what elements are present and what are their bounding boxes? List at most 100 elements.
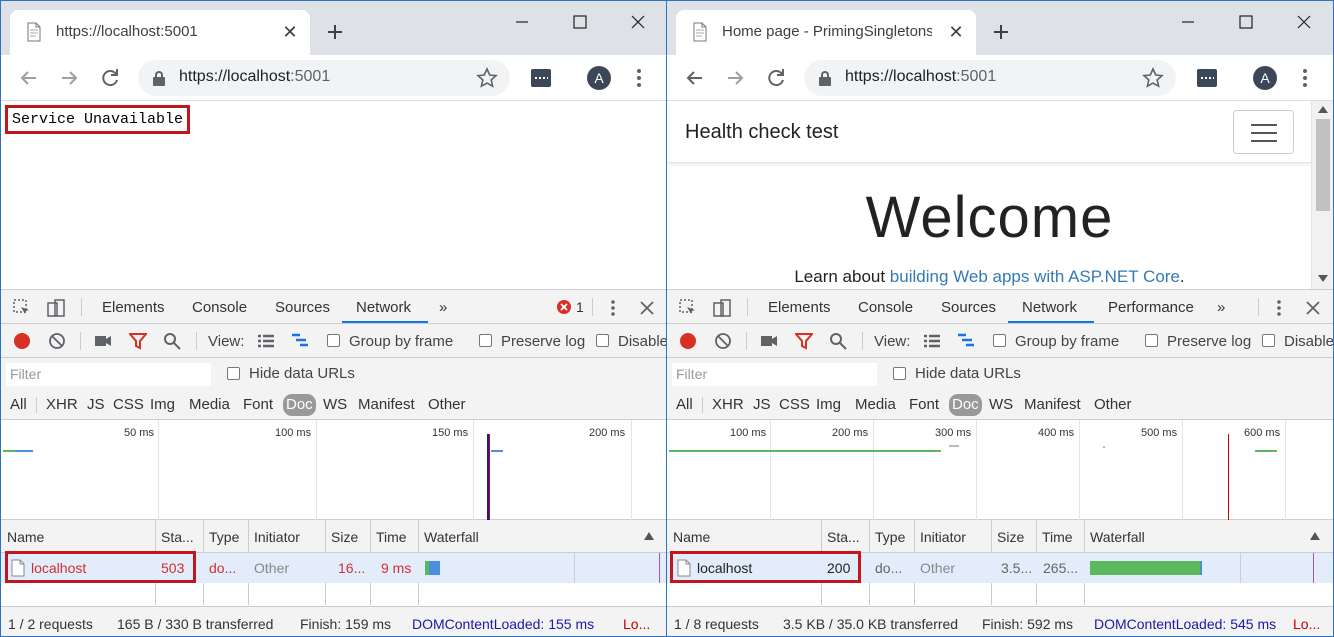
- more-tabs-button[interactable]: »: [439, 299, 447, 316]
- type-media[interactable]: Media: [855, 396, 896, 413]
- inspect-element-icon[interactable]: [12, 298, 32, 318]
- maximize-icon[interactable]: [1233, 9, 1259, 35]
- type-manifest[interactable]: Manifest: [1024, 396, 1081, 413]
- group-by-frame-checkbox[interactable]: [993, 334, 1006, 347]
- type-ws[interactable]: WS: [989, 396, 1013, 413]
- col-size[interactable]: Size: [997, 529, 1024, 545]
- address-bar[interactable]: https://localhost:5001: [138, 60, 510, 96]
- type-all[interactable]: All: [10, 396, 27, 413]
- minimize-icon[interactable]: [509, 9, 535, 35]
- group-by-frame-checkbox[interactable]: [327, 334, 340, 347]
- preserve-log-checkbox[interactable]: [479, 334, 492, 347]
- preserve-log-checkbox[interactable]: [1145, 334, 1158, 347]
- type-font[interactable]: Font: [909, 396, 939, 413]
- lock-icon[interactable]: [818, 70, 832, 86]
- devtools-menu-icon[interactable]: [1269, 298, 1289, 318]
- col-time[interactable]: Time: [376, 529, 407, 545]
- record-icon[interactable]: [13, 332, 31, 350]
- aspnet-link[interactable]: building Web apps with ASP.NET Core: [890, 267, 1180, 286]
- col-status[interactable]: Sta...: [161, 529, 194, 545]
- search-icon[interactable]: [829, 332, 847, 350]
- error-icon[interactable]: [556, 299, 572, 315]
- type-js[interactable]: JS: [753, 396, 771, 413]
- reload-icon[interactable]: [763, 65, 789, 91]
- browser-tab[interactable]: Home page - PrimingSingletons ✕: [676, 10, 976, 55]
- tab-elements[interactable]: Elements: [102, 299, 165, 316]
- filter-input[interactable]: Filter: [6, 363, 211, 386]
- col-size[interactable]: Size: [331, 529, 358, 545]
- navbar-toggle-button[interactable]: [1233, 110, 1294, 154]
- close-devtools-icon[interactable]: [637, 298, 657, 318]
- error-count[interactable]: 1: [576, 299, 584, 315]
- tab-console[interactable]: Console: [858, 299, 913, 316]
- tab-performance[interactable]: Performance: [1108, 299, 1194, 316]
- col-status[interactable]: Sta...: [827, 529, 860, 545]
- type-css[interactable]: CSS: [113, 396, 144, 413]
- minimize-icon[interactable]: [1175, 9, 1201, 35]
- device-toolbar-icon[interactable]: [46, 298, 66, 318]
- filter-input[interactable]: Filter: [672, 363, 877, 386]
- site-brand[interactable]: Health check test: [685, 121, 838, 144]
- network-overview[interactable]: 50 ms 100 ms 150 ms 200 ms: [1, 420, 666, 520]
- type-ws[interactable]: WS: [323, 396, 347, 413]
- maximize-icon[interactable]: [567, 9, 593, 35]
- type-img[interactable]: Img: [816, 396, 841, 413]
- scrollbar-thumb[interactable]: [1316, 119, 1330, 211]
- filter-icon[interactable]: [795, 332, 813, 350]
- menu-icon[interactable]: [634, 67, 644, 89]
- type-font[interactable]: Font: [243, 396, 273, 413]
- back-icon[interactable]: [16, 65, 42, 91]
- type-all[interactable]: All: [676, 396, 693, 413]
- extension-icon[interactable]: [1196, 68, 1218, 88]
- browser-tab[interactable]: https://localhost:5001 ✕: [10, 10, 310, 55]
- close-window-icon[interactable]: [625, 9, 651, 35]
- hide-data-urls-checkbox[interactable]: [227, 367, 240, 380]
- type-xhr[interactable]: XHR: [712, 396, 744, 413]
- disable-cache-checkbox[interactable]: [596, 334, 609, 347]
- scroll-up-icon[interactable]: [1318, 105, 1328, 113]
- hide-data-urls-checkbox[interactable]: [893, 367, 906, 380]
- close-devtools-icon[interactable]: [1303, 298, 1323, 318]
- filter-icon[interactable]: [129, 332, 147, 350]
- bookmark-star-icon[interactable]: [476, 67, 498, 89]
- close-tab-icon[interactable]: ✕: [280, 22, 300, 42]
- col-time[interactable]: Time: [1042, 529, 1073, 545]
- reload-icon[interactable]: [97, 65, 123, 91]
- screenshot-icon[interactable]: [94, 332, 112, 350]
- type-manifest[interactable]: Manifest: [358, 396, 415, 413]
- close-tab-icon[interactable]: ✕: [946, 22, 966, 42]
- profile-avatar[interactable]: A: [587, 66, 611, 90]
- close-window-icon[interactable]: [1291, 9, 1317, 35]
- search-icon[interactable]: [163, 332, 181, 350]
- tab-elements[interactable]: Elements: [768, 299, 831, 316]
- forward-icon[interactable]: [56, 65, 82, 91]
- col-waterfall[interactable]: Waterfall: [424, 529, 479, 545]
- col-name[interactable]: Name: [7, 529, 44, 545]
- clear-icon[interactable]: [714, 332, 732, 350]
- devtools-menu-icon[interactable]: [603, 298, 623, 318]
- back-icon[interactable]: [682, 65, 708, 91]
- extension-icon[interactable]: [530, 68, 552, 88]
- record-icon[interactable]: [679, 332, 697, 350]
- tab-network[interactable]: Network: [356, 299, 411, 316]
- address-bar[interactable]: https://localhost:5001: [804, 60, 1176, 96]
- overview-icon[interactable]: [291, 332, 309, 350]
- col-initiator[interactable]: Initiator: [254, 529, 300, 545]
- device-toolbar-icon[interactable]: [712, 298, 732, 318]
- disable-cache-checkbox[interactable]: [1262, 334, 1275, 347]
- col-name[interactable]: Name: [673, 529, 710, 545]
- profile-avatar[interactable]: A: [1253, 66, 1277, 90]
- type-other[interactable]: Other: [1094, 396, 1132, 413]
- overview-icon[interactable]: [957, 332, 975, 350]
- type-other[interactable]: Other: [428, 396, 466, 413]
- clear-icon[interactable]: [48, 332, 66, 350]
- tab-sources[interactable]: Sources: [275, 299, 330, 316]
- forward-icon[interactable]: [722, 65, 748, 91]
- lock-icon[interactable]: [152, 70, 166, 86]
- large-rows-icon[interactable]: [257, 332, 275, 350]
- sort-up-icon[interactable]: [644, 532, 654, 540]
- type-css[interactable]: CSS: [779, 396, 810, 413]
- scroll-down-icon[interactable]: [1318, 275, 1328, 283]
- col-initiator[interactable]: Initiator: [920, 529, 966, 545]
- type-xhr[interactable]: XHR: [46, 396, 78, 413]
